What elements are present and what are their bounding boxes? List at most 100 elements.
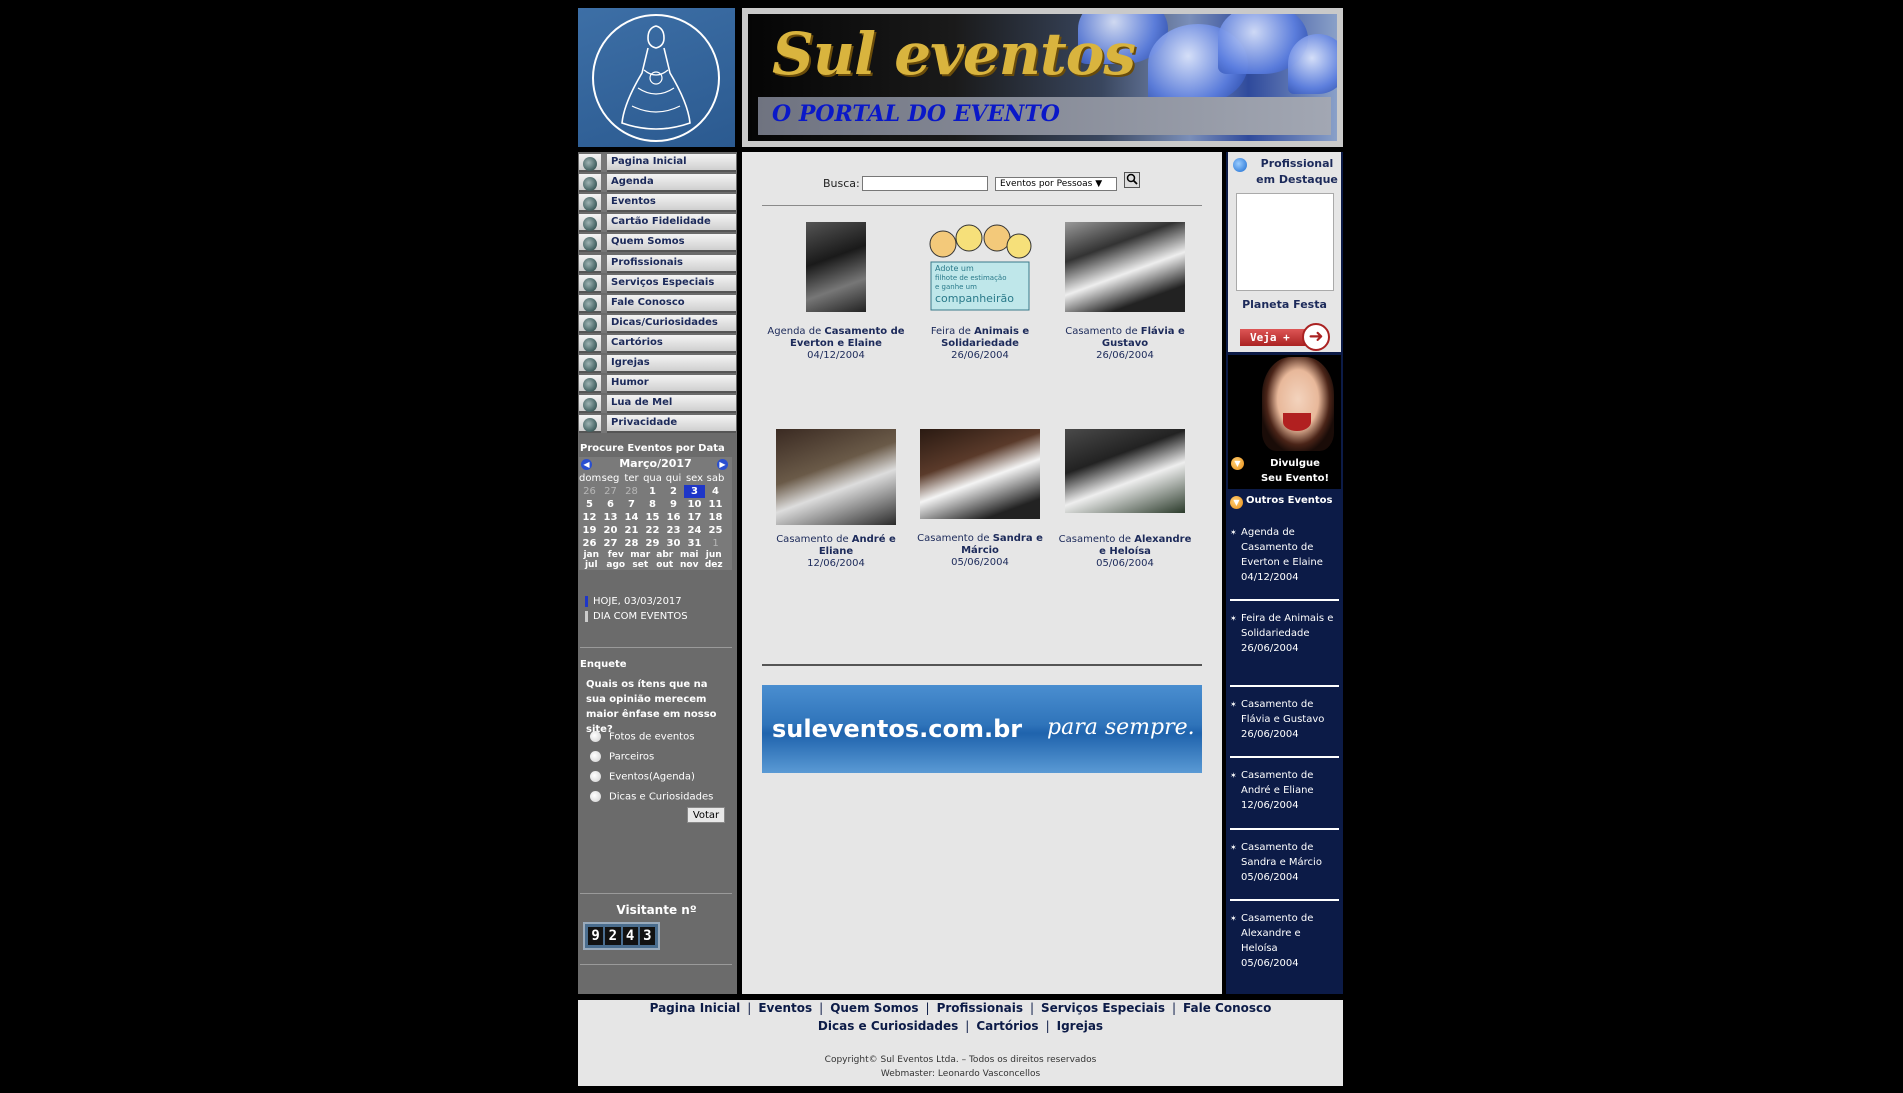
- event-title[interactable]: Casamento de Alexandre e Heloísa: [1055, 534, 1195, 558]
- search-type-select[interactable]: Eventos por Pessoas ▼: [995, 177, 1117, 191]
- poll-option[interactable]: Eventos(Agenda): [590, 771, 695, 783]
- poll-option[interactable]: Parceiros: [590, 751, 654, 763]
- calendar-day[interactable]: 20: [600, 524, 621, 537]
- event-photo[interactable]: [1065, 222, 1185, 312]
- month-link[interactable]: fev: [604, 550, 629, 560]
- calendar-day[interactable]: 24: [684, 524, 705, 537]
- month-link[interactable]: out: [653, 560, 678, 570]
- menu-item[interactable]: Privacidade: [579, 415, 736, 434]
- poll-option[interactable]: Dicas e Curiosidades: [590, 791, 713, 803]
- search-input[interactable]: [862, 176, 988, 191]
- calendar-day[interactable]: 5: [579, 498, 600, 511]
- menu-item[interactable]: Igrejas: [579, 355, 736, 373]
- calendar-day[interactable]: 19: [579, 524, 600, 537]
- footer-link[interactable]: Cartórios: [976, 1019, 1038, 1033]
- menu-item[interactable]: Dicas/Curiosidades: [579, 314, 736, 333]
- month-link[interactable]: dez: [702, 560, 727, 570]
- divulgue-label[interactable]: Divulgue Seu Evento!: [1258, 456, 1332, 486]
- event-photo[interactable]: [806, 222, 866, 312]
- menu-item[interactable]: Pagina Inicial: [579, 154, 736, 172]
- veja-mais-button[interactable]: Veja + ➜: [1240, 323, 1330, 351]
- calendar-day[interactable]: 15: [642, 511, 663, 524]
- calendar-day[interactable]: 25: [705, 524, 726, 537]
- month-link[interactable]: jul: [579, 560, 604, 570]
- calendar-day[interactable]: 11: [705, 498, 726, 511]
- menu-item[interactable]: Serviços Especiais: [579, 274, 736, 293]
- menu-item[interactable]: Fale Conosco: [579, 294, 736, 313]
- calendar-day[interactable]: 16: [663, 511, 684, 524]
- calendar-day[interactable]: 18: [705, 511, 726, 524]
- event-photo[interactable]: [1065, 429, 1185, 513]
- event-title[interactable]: Agenda de Casamento de Everton e Elaine: [766, 326, 906, 350]
- footer-link[interactable]: Profissionais: [937, 1001, 1023, 1015]
- calendar-day[interactable]: 21: [621, 524, 642, 537]
- calendar-day[interactable]: 26: [579, 485, 600, 498]
- event-card[interactable]: Casamento de Flávia e Gustavo 26/06/2004: [1055, 222, 1195, 361]
- menu-item[interactable]: Profissionais: [579, 254, 736, 273]
- footer-link[interactable]: Quem Somos: [830, 1001, 918, 1015]
- search-button[interactable]: [1124, 172, 1140, 188]
- calendar-day[interactable]: 26: [579, 537, 600, 550]
- calendar-day[interactable]: 14: [621, 511, 642, 524]
- calendar-day[interactable]: 30: [663, 537, 684, 550]
- calendar-day[interactable]: 1: [642, 485, 663, 498]
- menu-item[interactable]: Eventos: [579, 194, 736, 213]
- menu-item[interactable]: Quem Somos: [579, 234, 736, 253]
- footer-link[interactable]: Serviços Especiais: [1041, 1001, 1165, 1015]
- menu-item[interactable]: Cartão Fidelidade: [579, 214, 736, 233]
- month-link[interactable]: ago: [604, 560, 629, 570]
- calendar-day[interactable]: 27: [600, 537, 621, 550]
- menu-item[interactable]: Lua de Mel: [579, 395, 736, 414]
- event-card[interactable]: Agenda de Casamento de Everton e Elaine …: [766, 222, 906, 361]
- footer-link[interactable]: Pagina Inicial: [650, 1001, 741, 1015]
- radio-button[interactable]: [590, 731, 601, 742]
- calendar-day[interactable]: 10: [684, 498, 705, 511]
- calendar-day[interactable]: 1: [705, 537, 726, 550]
- footer-link[interactable]: Eventos: [758, 1001, 812, 1015]
- calendar-day[interactable]: 12: [579, 511, 600, 524]
- event-photo[interactable]: [920, 429, 1040, 519]
- calendar-day[interactable]: 23: [663, 524, 684, 537]
- calendar-day[interactable]: 28: [621, 485, 642, 498]
- menu-item[interactable]: Humor: [579, 375, 736, 394]
- radio-button[interactable]: [590, 771, 601, 782]
- calendar-day[interactable]: 9: [663, 498, 684, 511]
- event-card[interactable]: Casamento de André e Eliane 12/06/2004: [766, 429, 906, 569]
- menu-item[interactable]: Agenda: [579, 174, 736, 193]
- event-photo[interactable]: [776, 429, 896, 525]
- footer-link[interactable]: Igrejas: [1057, 1019, 1103, 1033]
- event-card[interactable]: Adote um filhote de estimação e ganhe um…: [910, 222, 1050, 361]
- calendar-day[interactable]: 8: [642, 498, 663, 511]
- radio-button[interactable]: [590, 751, 601, 762]
- calendar-day[interactable]: 6: [600, 498, 621, 511]
- month-link[interactable]: nov: [677, 560, 702, 570]
- month-link[interactable]: mai: [677, 550, 702, 560]
- event-card[interactable]: Casamento de Sandra e Márcio 05/06/2004: [910, 429, 1050, 568]
- calendar-day[interactable]: 31: [684, 537, 705, 550]
- calendar-day[interactable]: 3: [684, 485, 705, 498]
- featured-professional-name[interactable]: Planeta Festa: [1228, 298, 1341, 311]
- event-title[interactable]: Casamento de Flávia e Gustavo: [1055, 326, 1195, 350]
- month-link[interactable]: mar: [628, 550, 653, 560]
- event-card[interactable]: Casamento de Alexandre e Heloísa 05/06/2…: [1055, 429, 1195, 569]
- month-link[interactable]: abr: [653, 550, 678, 560]
- footer-link[interactable]: Dicas e Curiosidades: [818, 1019, 958, 1033]
- month-link[interactable]: jan: [579, 550, 604, 560]
- calendar-day[interactable]: 4: [705, 485, 726, 498]
- calendar-day[interactable]: 17: [684, 511, 705, 524]
- month-link[interactable]: set: [628, 560, 653, 570]
- poll-option[interactable]: Fotos de eventos: [590, 731, 694, 743]
- calendar-day[interactable]: 2: [663, 485, 684, 498]
- calendar-day[interactable]: 7: [621, 498, 642, 511]
- calendar-day[interactable]: 27: [600, 485, 621, 498]
- month-link[interactable]: jun: [702, 550, 727, 560]
- calendar-day[interactable]: 13: [600, 511, 621, 524]
- suleventos-ad-banner[interactable]: suleventos.com.br para sempre.: [762, 685, 1202, 773]
- radio-button[interactable]: [590, 791, 601, 802]
- event-photo[interactable]: Adote um filhote de estimação e ganhe um…: [925, 222, 1035, 312]
- event-title[interactable]: Casamento de Sandra e Márcio: [910, 533, 1050, 557]
- footer-link[interactable]: Fale Conosco: [1183, 1001, 1271, 1015]
- calendar-day[interactable]: 28: [621, 537, 642, 550]
- featured-professional-image[interactable]: [1236, 193, 1334, 291]
- calendar-day[interactable]: 22: [642, 524, 663, 537]
